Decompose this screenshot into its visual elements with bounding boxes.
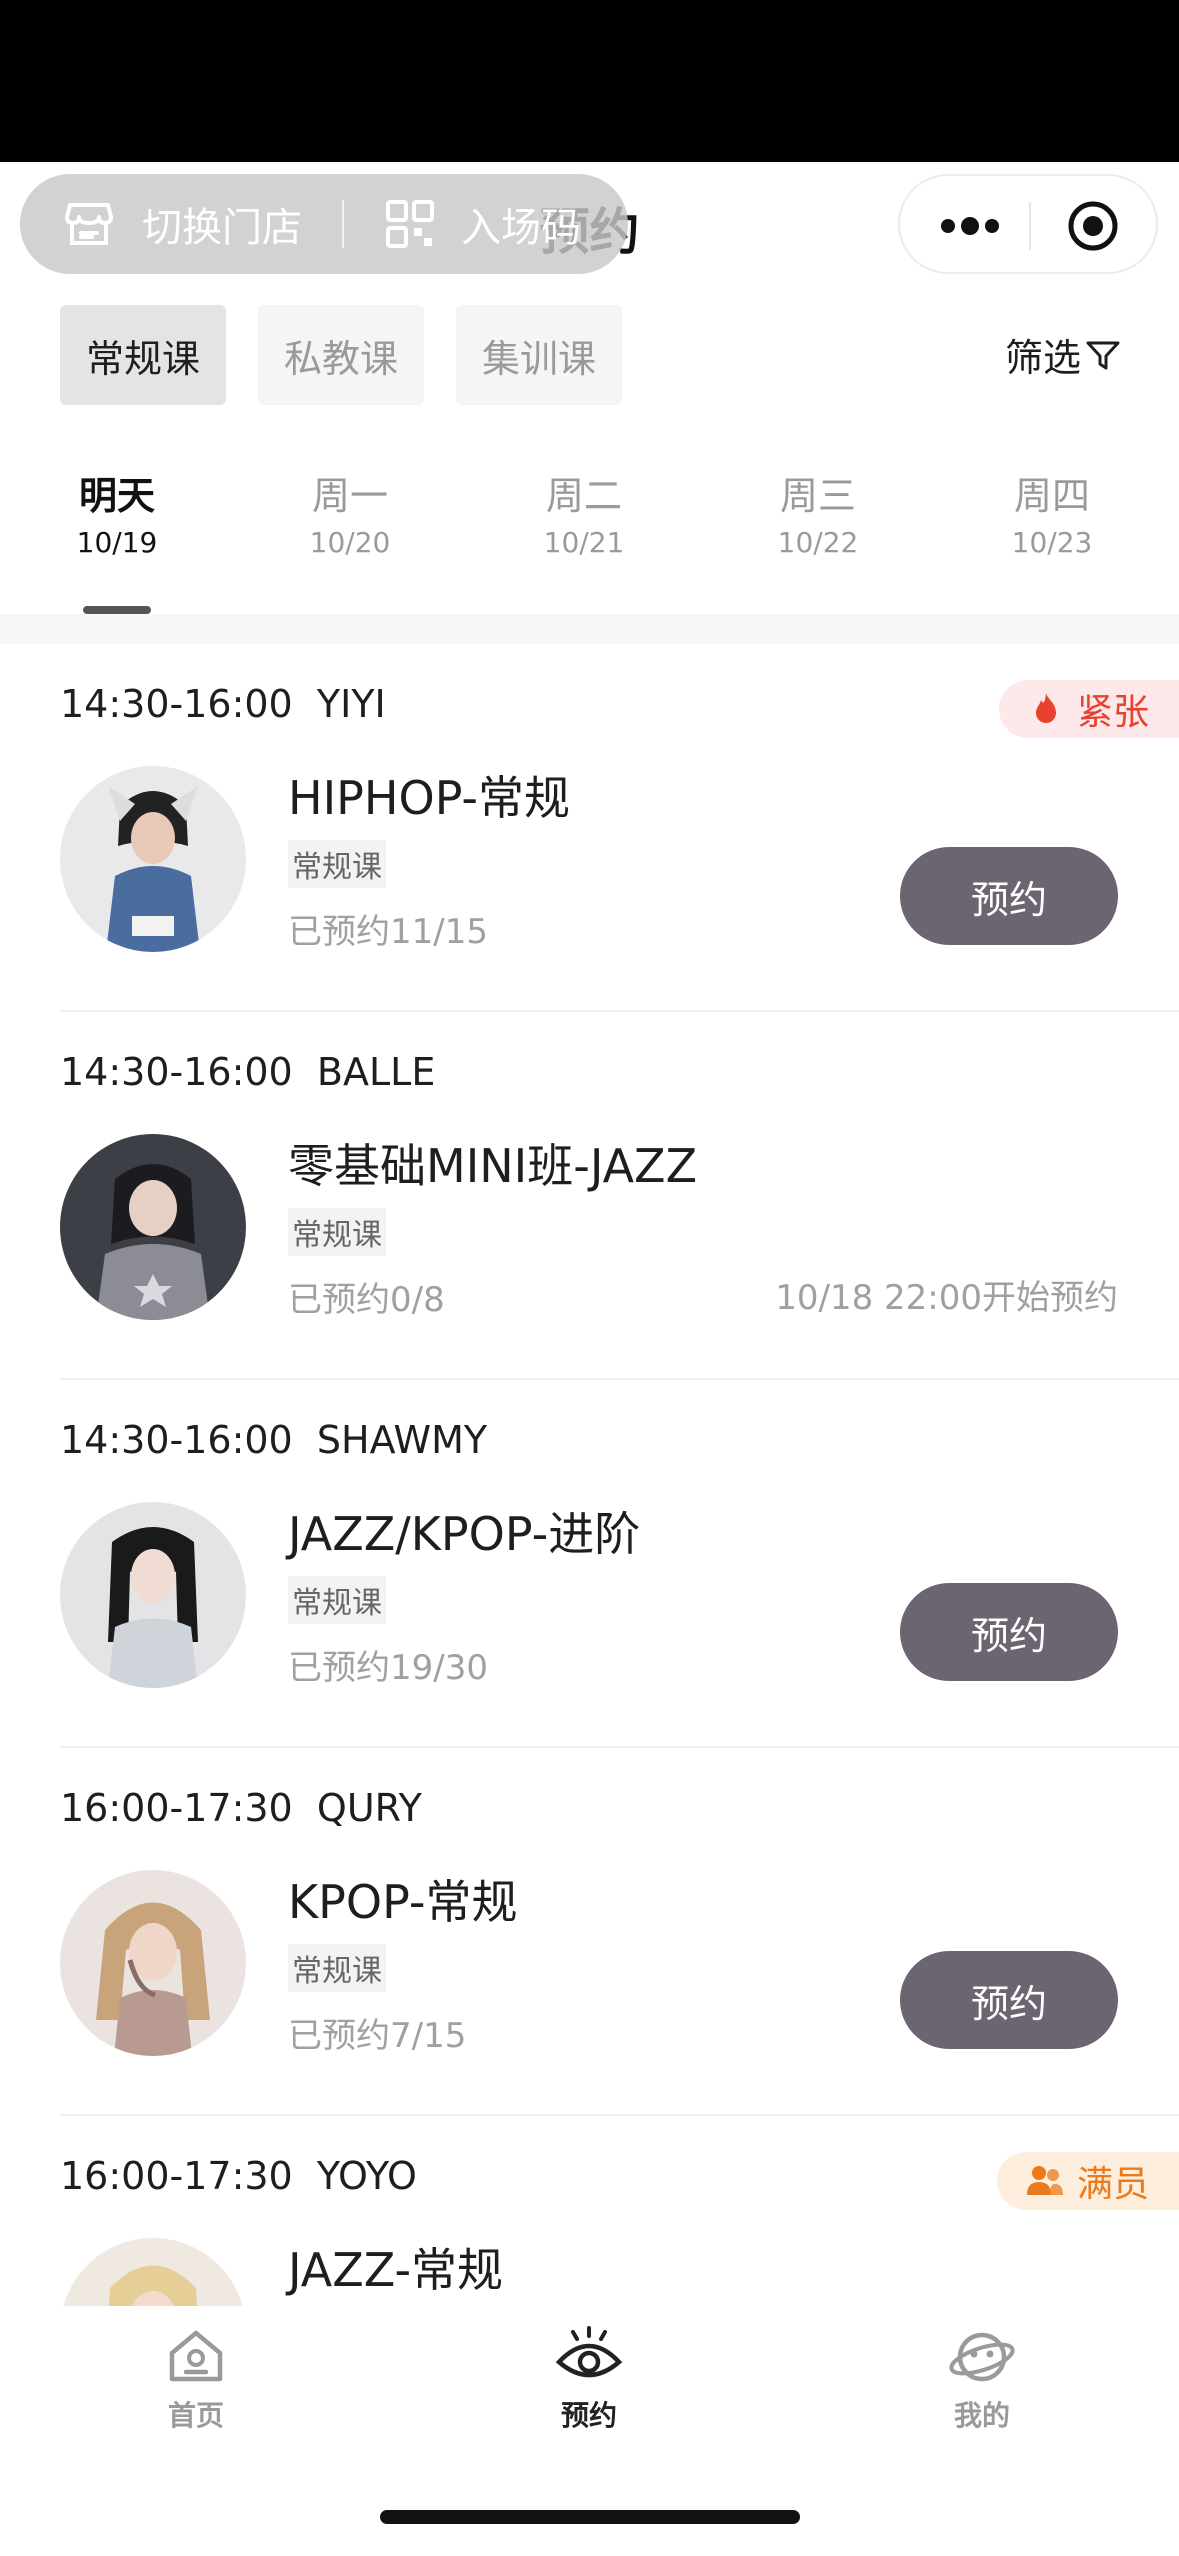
course-title: HIPHOP-常规	[288, 771, 571, 825]
tab-regular-class[interactable]: 常规课	[60, 305, 227, 405]
course-type-tag: 常规课	[288, 1576, 386, 1624]
date-tab-tuesday[interactable]: 周二 10/21	[514, 465, 654, 559]
course-teacher: QURY	[316, 1786, 422, 1830]
booked-count: 已预约19/30	[288, 1648, 488, 1688]
date-tab-date: 10/21	[543, 526, 625, 559]
course-time: 14:30-16:00	[60, 1418, 293, 1462]
tab-home[interactable]: 首页	[116, 2324, 276, 2434]
course-time: 14:30-16:00	[60, 1050, 293, 1094]
course-time-teacher: 14:30-16:00 SHAWMY	[60, 1418, 487, 1462]
close-target-icon[interactable]	[1067, 200, 1119, 252]
status-bar	[0, 0, 1179, 162]
date-tab-wednesday[interactable]: 周三 10/22	[748, 465, 888, 559]
course-type-tag: 常规课	[288, 1944, 386, 1992]
booked-count: 已预约0/8	[288, 1280, 445, 1320]
teacher-avatar	[60, 766, 246, 952]
date-tab-day: 明天	[78, 474, 155, 518]
capsule-divider	[1029, 202, 1031, 250]
course-time: 14:30-16:00	[60, 682, 293, 726]
tab-booking-label: 预约	[560, 2399, 617, 2432]
course-teacher: YIYI	[316, 682, 386, 726]
qr-code-icon	[386, 200, 434, 248]
course-time-teacher: 14:30-16:00 YIYI	[60, 682, 386, 726]
filter-label: 筛选	[1004, 336, 1081, 380]
course-title: JAZZ-常规	[288, 2243, 504, 2297]
book-button[interactable]: 预约	[900, 1951, 1118, 2049]
flame-icon	[1035, 693, 1056, 723]
pill-divider	[342, 200, 344, 248]
date-tab-day: 周三	[779, 474, 856, 518]
more-icon[interactable]	[940, 214, 1000, 238]
entry-code-label: 入场码	[461, 205, 581, 251]
switch-store-button[interactable]: 切换门店	[62, 174, 302, 274]
course-card[interactable]: 14:30-16:00 YIYI 紧张 HIPHOP-常规 常规课 已预约11/…	[0, 644, 1179, 1012]
funnel-icon	[1086, 341, 1120, 369]
planet-icon	[949, 2332, 1015, 2382]
course-card[interactable]: 14:30-16:00 SHAWMY JAZZ/KPOP-进阶 常规课 已预约1…	[0, 1380, 1179, 1748]
entry-code-button[interactable]: 入场码	[385, 174, 581, 274]
navigation-header: 预约 切换门店 入场码	[0, 162, 1179, 292]
course-teacher: SHAWMY	[316, 1418, 488, 1462]
course-title: JAZZ/KPOP-进阶	[288, 1507, 641, 1561]
course-card[interactable]: 14:30-16:00 BALLE 零基础MINI班-JAZZ 常规课 已预约0…	[0, 1012, 1179, 1380]
filter-button[interactable]: 筛选	[1005, 327, 1121, 382]
store-pill: 切换门店 入场码	[20, 174, 628, 274]
mini-program-capsule	[898, 174, 1158, 274]
course-title: 零基础MINI班-JAZZ	[288, 1139, 698, 1193]
book-button[interactable]: 预约	[900, 1583, 1118, 1681]
booking-open-time: 10/18 22:00开始预约	[775, 1278, 1118, 1318]
teacher-avatar	[60, 1502, 246, 1688]
status-badge-hot: 紧张	[998, 680, 1179, 738]
users-icon	[1026, 2166, 1063, 2195]
date-tab-day: 周四	[1013, 474, 1090, 518]
tab-mine-label: 我的	[953, 2399, 1010, 2432]
course-type-tag: 常规课	[288, 1208, 386, 1256]
active-date-indicator	[83, 606, 151, 614]
date-tab-date: 10/20	[309, 526, 391, 559]
switch-store-label: 切换门店	[142, 205, 302, 251]
course-type-tabs: 常规课 私教课 集训课 筛选	[0, 305, 1179, 405]
date-tab-day: 周一	[311, 474, 388, 518]
status-badge-label: 满员	[1076, 2164, 1149, 2205]
course-time-teacher: 16:00-17:30 YOYO	[60, 2154, 417, 2198]
tab-home-label: 首页	[167, 2399, 224, 2432]
status-badge-label: 紧张	[1076, 692, 1149, 733]
tab-mine[interactable]: 我的	[902, 2324, 1062, 2434]
course-time: 16:00-17:30	[60, 1786, 293, 1830]
course-teacher: BALLE	[316, 1050, 436, 1094]
status-badge-full: 满员	[996, 2152, 1179, 2210]
home-indicator	[380, 2510, 800, 2524]
date-tab-tomorrow[interactable]: 明天 10/19	[47, 465, 187, 559]
teacher-avatar	[60, 1870, 246, 2056]
date-tab-date: 10/23	[1011, 526, 1093, 559]
date-tabs: 明天 10/19 周一 10/20 周二 10/21 周三 10/22 周四 1…	[0, 455, 1179, 615]
course-time: 16:00-17:30	[60, 2154, 293, 2198]
course-card[interactable]: 16:00-17:30 QURY KPOP-常规 常规课 已预约7/15 预约	[0, 1748, 1179, 2116]
home-icon	[169, 2330, 223, 2382]
store-icon	[65, 203, 113, 245]
tab-intensive-class[interactable]: 集训课	[456, 305, 623, 405]
course-time-teacher: 14:30-16:00 BALLE	[60, 1050, 435, 1094]
booked-count: 已预约7/15	[288, 2016, 467, 2056]
course-teacher: YOYO	[316, 2154, 417, 2198]
teacher-avatar	[60, 1134, 246, 1320]
course-time-teacher: 16:00-17:30 QURY	[60, 1786, 422, 1830]
booked-count: 已预约11/15	[288, 912, 488, 952]
book-button[interactable]: 预约	[900, 847, 1118, 945]
tab-private-class[interactable]: 私教课	[258, 305, 425, 405]
eye-icon	[555, 2326, 623, 2378]
course-type-tag: 常规课	[288, 840, 386, 888]
course-title: KPOP-常规	[288, 1875, 518, 1929]
tab-booking[interactable]: 预约	[509, 2324, 669, 2434]
date-tab-day: 周二	[545, 474, 622, 518]
date-tab-thursday[interactable]: 周四 10/23	[982, 465, 1122, 559]
section-divider	[0, 614, 1179, 644]
date-tab-date: 10/19	[76, 526, 158, 559]
date-tab-date: 10/22	[777, 526, 859, 559]
date-tab-monday[interactable]: 周一 10/20	[280, 465, 420, 559]
